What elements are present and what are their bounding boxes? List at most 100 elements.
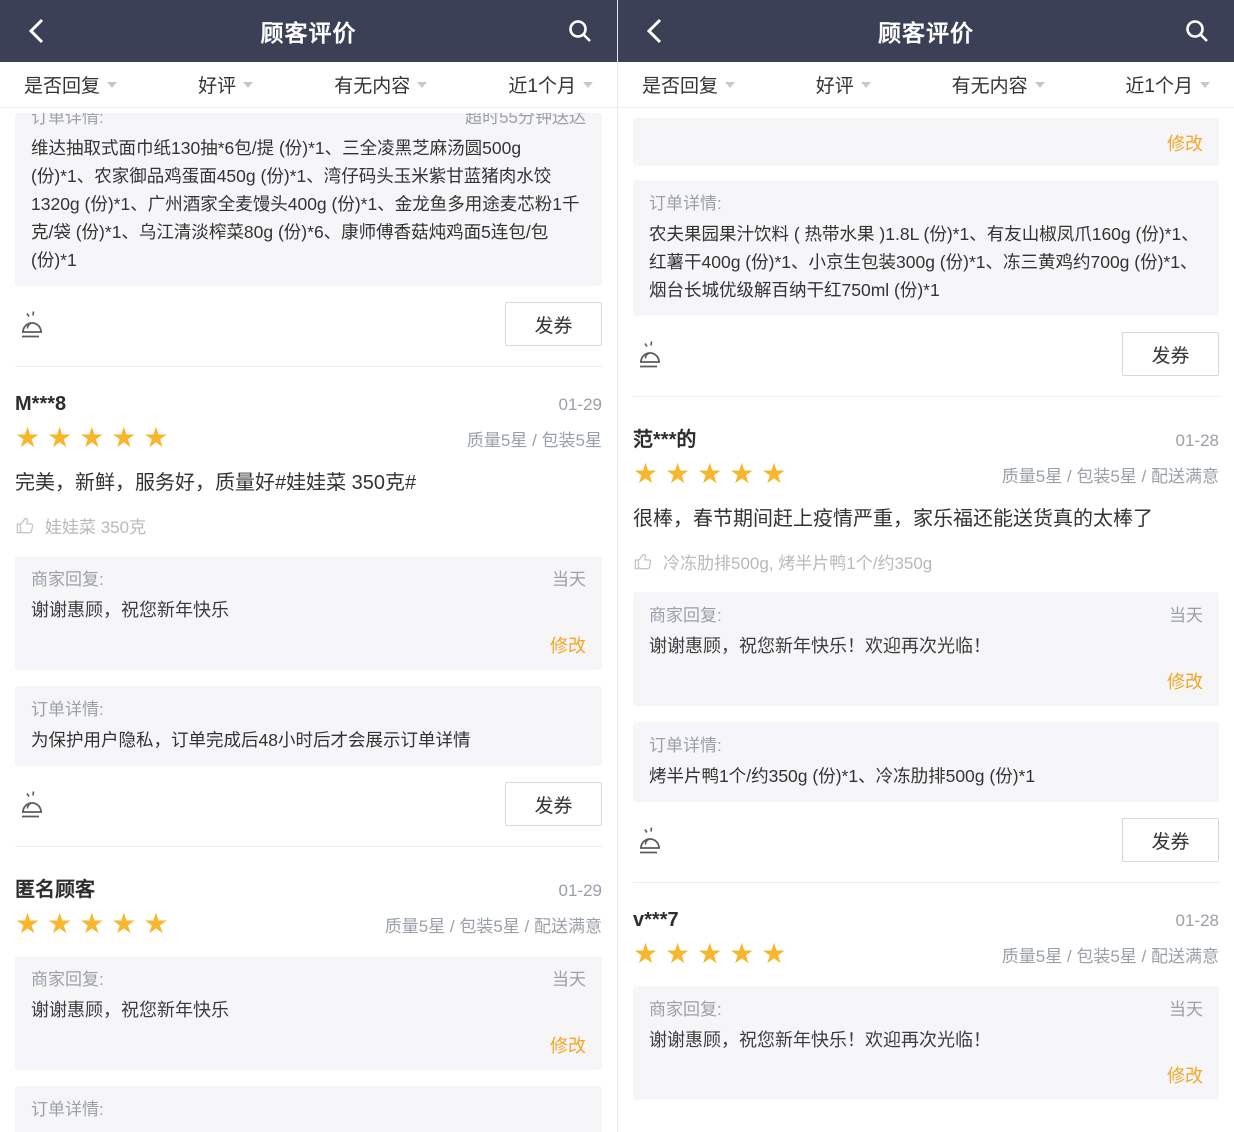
merchant-reply-box-partial: 修改	[633, 118, 1219, 166]
chevron-left-icon	[643, 17, 667, 45]
merchant-reply-box: 商家回复: 当天 谢谢惠顾，祝您新年快乐！欢迎再次光临！ 修改	[633, 986, 1219, 1100]
filter-reply-status[interactable]: 是否回复	[642, 71, 735, 98]
filter-has-content[interactable]: 有无内容	[952, 71, 1045, 98]
reviewer-name: M***8	[15, 393, 66, 416]
issue-coupon-button[interactable]: 发券	[505, 782, 602, 826]
reviewer-name: 范***的	[633, 423, 696, 452]
filter-label: 是否回复	[642, 71, 718, 98]
star-rating: ★★★★★	[633, 940, 794, 968]
star-rating: ★★★★★	[633, 460, 794, 488]
merchant-reply-label: 商家回复:	[31, 968, 104, 992]
reply-time: 当天	[1169, 604, 1203, 628]
review-date: 01-28	[1176, 431, 1219, 451]
app-header: 顾客评价	[618, 0, 1234, 62]
thumbs-up-icon	[633, 551, 654, 572]
card-actions: 发券	[15, 302, 602, 346]
rating-detail-text: 质量5星 / 包装5星 / 配送满意	[1002, 942, 1219, 967]
order-details-box: 订单详情:	[15, 1086, 602, 1132]
rating-detail-text: 质量5星 / 包装5星	[467, 426, 602, 451]
alarm-button[interactable]	[15, 307, 49, 341]
filter-reply-status[interactable]: 是否回复	[24, 71, 117, 98]
order-details-box: 订单详情: 农夫果园果汁饮料 ( 热带水果 )1.8L (份)*1、有友山椒凤爪…	[633, 180, 1219, 316]
review-list: 订单详情: 超时55分钟送达 维达抽取式面巾纸130抽*6包/提 (份)*1、三…	[0, 113, 617, 1132]
card-actions: 发券	[15, 782, 602, 826]
filter-has-content[interactable]: 有无内容	[334, 71, 427, 98]
reviewer-name: 匿名顾客	[15, 873, 95, 902]
chevron-down-icon	[243, 82, 253, 88]
siren-icon	[633, 823, 667, 857]
reply-time: 当天	[552, 568, 586, 592]
merchant-reply-text: 谢谢惠顾，祝您新年快乐！欢迎再次光临！	[649, 1026, 1203, 1054]
back-button[interactable]	[22, 16, 52, 46]
reply-time: 当天	[552, 968, 586, 992]
issue-coupon-button[interactable]: 发券	[505, 302, 602, 346]
review-card: 匿名顾客 01-29 ★★★★★ 质量5星 / 包装5星 / 配送满意 商家回复…	[15, 847, 602, 1132]
order-details-label: 订单详情:	[649, 192, 722, 216]
card-actions: 发券	[633, 332, 1219, 376]
reply-time: 当天	[1169, 998, 1203, 1022]
chevron-down-icon	[725, 82, 735, 88]
product-tag: 娃娃菜 350克	[15, 513, 602, 538]
merchant-reply-label: 商家回复:	[649, 604, 722, 628]
merchant-reply-box: 商家回复: 当天 谢谢惠顾，祝您新年快乐！欢迎再次光临！ 修改	[633, 592, 1219, 706]
order-details-box: 订单详情: 超时55分钟送达 维达抽取式面巾纸130抽*6包/提 (份)*1、三…	[15, 113, 602, 286]
filter-label: 好评	[198, 71, 236, 98]
review-date: 01-29	[559, 881, 602, 901]
review-card: M***8 01-29 ★★★★★ 质量5星 / 包装5星 完美，新鲜，服务好，…	[15, 367, 602, 847]
order-details-label: 订单详情:	[31, 1098, 104, 1122]
filter-bar: 是否回复 好评 有无内容 近1个月	[0, 62, 617, 108]
chevron-down-icon	[583, 82, 593, 88]
merchant-reply-label: 商家回复:	[31, 568, 104, 592]
siren-icon	[15, 307, 49, 341]
star-rating: ★★★★★	[15, 910, 176, 938]
siren-icon	[633, 337, 667, 371]
edit-reply-link[interactable]: 修改	[31, 632, 586, 658]
edit-reply-link[interactable]: 修改	[649, 668, 1203, 694]
chevron-down-icon	[107, 82, 117, 88]
filter-label: 是否回复	[24, 71, 100, 98]
merchant-reply-label: 商家回复:	[649, 998, 722, 1022]
back-button[interactable]	[640, 16, 670, 46]
thumbs-up-icon	[15, 515, 36, 536]
order-details-box: 订单详情: 为保护用户隐私，订单完成后48小时后才会展示订单详情	[15, 686, 602, 766]
chevron-down-icon	[861, 82, 871, 88]
review-date: 01-28	[1176, 911, 1219, 931]
issue-coupon-button[interactable]: 发券	[1122, 332, 1219, 376]
chevron-down-icon	[417, 82, 427, 88]
search-button[interactable]	[565, 16, 595, 46]
chevron-left-icon	[25, 17, 49, 45]
review-card: v***7 01-28 ★★★★★ 质量5星 / 包装5星 / 配送满意 商家回…	[633, 883, 1219, 1100]
merchant-reply-text: 谢谢惠顾，祝您新年快乐	[31, 596, 586, 624]
search-icon	[1184, 18, 1210, 44]
issue-coupon-button[interactable]: 发券	[1122, 818, 1219, 862]
reviewer-name: v***7	[633, 909, 679, 932]
rating-detail-text: 质量5星 / 包装5星 / 配送满意	[385, 912, 602, 937]
filter-rating-type[interactable]: 好评	[816, 71, 871, 98]
product-tag-text: 冷冻肋排500g, 烤半片鸭1个/约350g	[663, 549, 932, 574]
filter-label: 有无内容	[952, 71, 1028, 98]
delivery-status: 超时55分钟送达	[465, 113, 586, 130]
card-actions: 发券	[633, 818, 1219, 862]
order-details-label: 订单详情:	[649, 734, 722, 758]
edit-reply-link[interactable]: 修改	[649, 1062, 1203, 1088]
rating-detail-text: 质量5星 / 包装5星 / 配送满意	[1002, 462, 1219, 487]
alarm-button[interactable]	[633, 823, 667, 857]
merchant-reply-text: 谢谢惠顾，祝您新年快乐	[31, 996, 586, 1024]
filter-label: 好评	[816, 71, 854, 98]
alarm-button[interactable]	[15, 787, 49, 821]
merchant-reply-box: 商家回复: 当天 谢谢惠顾，祝您新年快乐 修改	[15, 556, 602, 670]
edit-reply-link[interactable]: 修改	[1167, 130, 1203, 156]
order-details-label: 订单详情:	[31, 113, 104, 130]
search-button[interactable]	[1182, 16, 1212, 46]
edit-reply-link[interactable]: 修改	[31, 1032, 586, 1058]
filter-time-range[interactable]: 近1个月	[1125, 71, 1210, 98]
star-rating: ★★★★★	[15, 424, 176, 452]
filter-rating-type[interactable]: 好评	[198, 71, 253, 98]
dual-screenshot-container: 顾客评价 是否回复 好评 有无内容 近1个月	[0, 0, 1234, 1132]
order-items-text: 维达抽取式面巾纸130抽*6包/提 (份)*1、三全凌黑芝麻汤圆500g (份)…	[31, 134, 586, 274]
alarm-button[interactable]	[633, 337, 667, 371]
product-tag-text: 娃娃菜 350克	[45, 513, 146, 538]
search-icon	[567, 18, 593, 44]
review-card: 范***的 01-28 ★★★★★ 质量5星 / 包装5星 / 配送满意 很棒，…	[633, 397, 1219, 883]
filter-time-range[interactable]: 近1个月	[508, 71, 593, 98]
